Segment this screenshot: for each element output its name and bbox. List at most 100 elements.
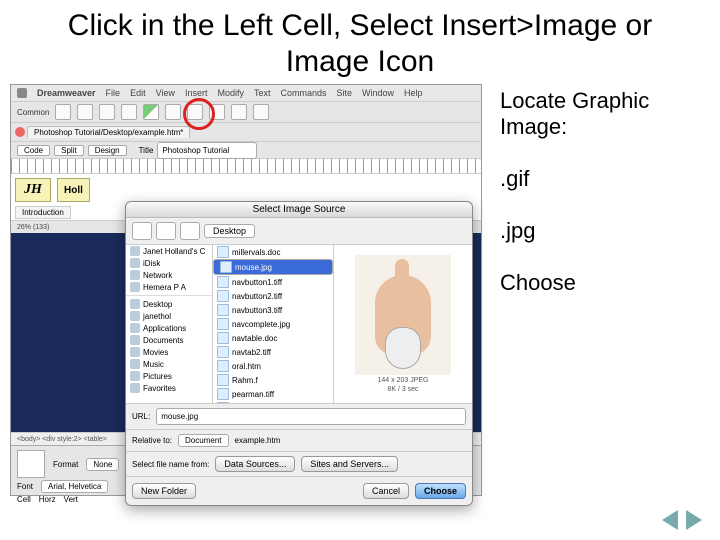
next-slide-button[interactable] bbox=[686, 510, 702, 530]
app-name: Dreamweaver bbox=[37, 88, 96, 98]
templates-icon[interactable] bbox=[231, 104, 247, 120]
file-item[interactable]: oral.htm bbox=[213, 359, 333, 373]
menu-edit[interactable]: Edit bbox=[130, 88, 146, 98]
image-icon[interactable] bbox=[143, 104, 159, 120]
preview-filesize: 8K / 3 sec bbox=[387, 386, 418, 393]
anchor-icon[interactable] bbox=[99, 104, 115, 120]
source-music[interactable]: Music bbox=[126, 358, 212, 370]
intro-tab[interactable]: Introduction bbox=[15, 206, 71, 219]
prev-slide-button[interactable] bbox=[662, 510, 678, 530]
source-home[interactable]: janethol bbox=[126, 310, 212, 322]
text-gif: .gif bbox=[500, 166, 710, 192]
format-select[interactable]: None bbox=[86, 458, 119, 471]
choose-button[interactable]: Choose bbox=[415, 483, 466, 499]
relative-label: Relative to: bbox=[132, 436, 172, 445]
disk-icon bbox=[130, 246, 140, 256]
file-item[interactable]: navtab2.tiff bbox=[213, 345, 333, 359]
toolbar-category[interactable]: Common bbox=[17, 108, 49, 117]
menu-file[interactable]: File bbox=[106, 88, 121, 98]
format-label: Format bbox=[53, 460, 78, 469]
view-tabs: Code Split Design Title Photoshop Tutori… bbox=[11, 142, 481, 159]
menu-help[interactable]: Help bbox=[404, 88, 423, 98]
file-item[interactable]: millervals.doc bbox=[213, 245, 333, 259]
file-item[interactable]: Rahm.f bbox=[213, 373, 333, 387]
date-icon[interactable] bbox=[187, 104, 203, 120]
source-pictures[interactable]: Pictures bbox=[126, 370, 212, 382]
view-mode-icon[interactable] bbox=[180, 222, 200, 240]
tag-chooser-icon[interactable] bbox=[253, 104, 269, 120]
filetypes-label: Select file name from: bbox=[132, 460, 209, 469]
media-icon[interactable] bbox=[165, 104, 181, 120]
tiff-icon bbox=[217, 290, 229, 302]
file-item[interactable]: navtable.doc bbox=[213, 331, 333, 345]
source-idisk[interactable]: iDisk bbox=[126, 257, 212, 269]
text-locate: Locate Graphic Image: bbox=[500, 88, 710, 140]
source-favorites[interactable]: Favorites bbox=[126, 382, 212, 394]
menu-modify[interactable]: Modify bbox=[217, 88, 244, 98]
tiff-icon bbox=[217, 346, 229, 358]
select-image-dialog: Select Image Source Desktop Janet Hollan… bbox=[125, 201, 473, 506]
tab-design[interactable]: Design bbox=[88, 145, 127, 156]
tiff-icon bbox=[217, 388, 229, 400]
file-item[interactable]: navcomplete.jpg bbox=[213, 317, 333, 331]
file-item[interactable]: phdplan_holland bbox=[213, 401, 333, 403]
screenshot-panel: Dreamweaver File Edit View Insert Modify… bbox=[10, 84, 482, 496]
new-folder-button[interactable]: New Folder bbox=[132, 483, 196, 499]
source-hemera[interactable]: Hemera P A bbox=[126, 281, 212, 293]
doc-icon bbox=[217, 246, 229, 258]
title-field[interactable]: Photoshop Tutorial bbox=[157, 142, 257, 159]
forward-icon[interactable] bbox=[156, 222, 176, 240]
file-item-selected[interactable]: mouse.jpg bbox=[213, 259, 333, 275]
menu-view[interactable]: View bbox=[156, 88, 175, 98]
music-icon bbox=[130, 359, 140, 369]
menu-window[interactable]: Window bbox=[362, 88, 394, 98]
font-select[interactable]: Arial, Helvetica bbox=[41, 480, 108, 493]
title-label: Title bbox=[139, 146, 154, 155]
vert-label: Vert bbox=[64, 495, 78, 504]
file-item[interactable]: pearman.tiff bbox=[213, 387, 333, 401]
file-item[interactable]: navbutton3.tiff bbox=[213, 303, 333, 317]
data-sources-button[interactable]: Data Sources... bbox=[215, 456, 295, 472]
source-apps[interactable]: Applications bbox=[126, 322, 212, 334]
source-movies[interactable]: Movies bbox=[126, 346, 212, 358]
tiff-icon bbox=[217, 304, 229, 316]
name-cell[interactable]: Holl bbox=[57, 178, 90, 202]
sites-servers-button[interactable]: Sites and Servers... bbox=[301, 456, 398, 472]
folder-icon bbox=[217, 402, 229, 403]
source-docs[interactable]: Documents bbox=[126, 334, 212, 346]
document-tabbar: Photoshop Tutorial/Desktop/example.htm* bbox=[11, 123, 481, 142]
back-icon[interactable] bbox=[132, 222, 152, 240]
tiff-icon bbox=[217, 276, 229, 288]
source-desktop[interactable]: Desktop bbox=[126, 298, 212, 310]
table-icon[interactable] bbox=[121, 104, 137, 120]
home-icon bbox=[130, 311, 140, 321]
menu-site[interactable]: Site bbox=[337, 88, 353, 98]
location-popup[interactable]: Desktop bbox=[204, 224, 255, 238]
menu-insert[interactable]: Insert bbox=[185, 88, 208, 98]
tab-code[interactable]: Code bbox=[17, 145, 50, 156]
logo-cell[interactable]: JH bbox=[15, 178, 51, 202]
source-hd[interactable]: Janet Holland's C bbox=[126, 245, 212, 257]
email-icon[interactable] bbox=[77, 104, 93, 120]
files-column: millervals.doc mouse.jpg navbutton1.tiff… bbox=[213, 245, 334, 403]
hyperlink-icon[interactable] bbox=[55, 104, 71, 120]
source-network[interactable]: Network bbox=[126, 269, 212, 281]
tab-split[interactable]: Split bbox=[54, 145, 84, 156]
file-item[interactable]: navbutton1.tiff bbox=[213, 275, 333, 289]
instruction-text: Locate Graphic Image: .gif .jpg Choose bbox=[482, 84, 710, 496]
url-label: URL: bbox=[132, 412, 150, 421]
close-dot-icon[interactable] bbox=[15, 127, 25, 137]
docs-icon bbox=[130, 335, 140, 345]
relative-select[interactable]: Document bbox=[178, 434, 228, 447]
cancel-button[interactable]: Cancel bbox=[363, 483, 409, 499]
mouse-graphic bbox=[385, 327, 421, 369]
document-tab[interactable]: Photoshop Tutorial/Desktop/example.htm* bbox=[27, 126, 190, 138]
url-field[interactable]: mouse.jpg bbox=[156, 408, 466, 425]
comment-icon[interactable] bbox=[209, 104, 225, 120]
menu-commands[interactable]: Commands bbox=[280, 88, 326, 98]
apps-icon bbox=[130, 323, 140, 333]
ruler bbox=[11, 159, 481, 174]
file-item[interactable]: navbutton2.tiff bbox=[213, 289, 333, 303]
menu-text[interactable]: Text bbox=[254, 88, 271, 98]
movies-icon bbox=[130, 347, 140, 357]
